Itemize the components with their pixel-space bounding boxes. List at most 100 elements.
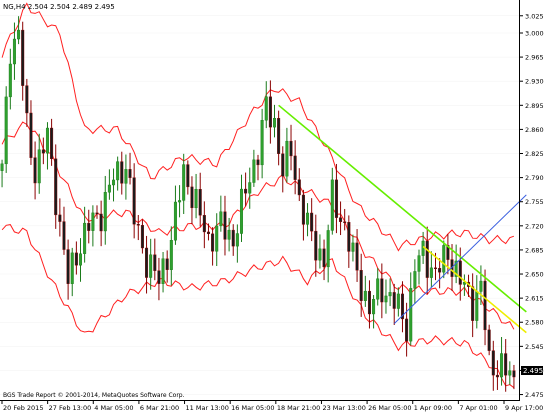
chart-header: NG,H4 2.504 2.504 2.489 2.495: [3, 3, 115, 11]
candle-body: [281, 153, 285, 177]
candle-body: [107, 184, 111, 193]
candle-body: [186, 164, 190, 188]
candle-body: [417, 255, 421, 272]
candle-body: [405, 318, 409, 342]
candle-body: [54, 158, 58, 216]
candle-body: [500, 353, 504, 378]
candle-body: [504, 353, 508, 376]
candle-body: [372, 299, 376, 315]
x-tick-label: 27 Feb 13:00: [49, 404, 92, 412]
candle-body: [202, 215, 206, 233]
y-tick-label: 2.580: [525, 319, 544, 327]
candle-body: [363, 290, 367, 301]
candle-body: [434, 267, 438, 270]
candle-body: [256, 159, 260, 166]
x-tick-label: 16 Mar 05:00: [231, 404, 274, 412]
candle-body: [0, 163, 4, 171]
y-tick-label: 2.650: [525, 271, 544, 279]
candle-body: [153, 254, 157, 271]
candle-body: [198, 189, 202, 216]
candle-body: [326, 230, 330, 268]
x-tick-label: 4 Mar 05:00: [94, 404, 133, 412]
candle-body: [244, 188, 248, 194]
candle-body: [351, 242, 355, 252]
candle-body: [91, 212, 95, 231]
candle-body: [355, 242, 359, 271]
candle-body: [425, 240, 429, 278]
candle-body: [29, 112, 33, 158]
candle-body: [475, 291, 479, 321]
y-tick-label: 2.545: [525, 343, 544, 351]
candle-body: [330, 179, 334, 231]
candle-body: [508, 370, 512, 376]
candle-body: [99, 213, 103, 232]
chart-window[interactable]: 3.025 3.000 2.965 2.930 2.895 2.860 2.825 2.790…: [0, 0, 550, 413]
candle-body: [112, 179, 116, 186]
x-tick-label: 1 Apr 09:00: [414, 404, 452, 412]
candle-body: [173, 201, 177, 241]
candle-body: [182, 164, 186, 201]
candle-body: [227, 229, 231, 240]
candle-body: [157, 270, 161, 284]
candle-body: [8, 63, 12, 98]
candle-body: [392, 292, 396, 309]
x-tick-label: 11 Mar 13:00: [186, 404, 229, 412]
candle-body: [136, 224, 140, 226]
candle-body: [384, 295, 388, 303]
y-tick-label: 2.685: [525, 246, 544, 254]
y-tick-label: 2.790: [525, 174, 544, 182]
candle-body: [429, 267, 433, 278]
candle-body: [339, 217, 343, 222]
candle-body: [231, 229, 235, 247]
price-chart[interactable]: 3.025 3.000 2.965 2.930 2.895 2.860 2.825 2.790…: [0, 0, 550, 413]
candle-body: [277, 118, 281, 154]
x-tick-label: 20 Feb 2015: [3, 404, 43, 412]
candle-body: [347, 222, 351, 252]
y-tick-label: 2.930: [525, 78, 544, 86]
x-tick-label: 23 Mar 13:00: [322, 404, 365, 412]
copyright-text: BGS Trade Report © 2001-2014, MetaQuotes…: [3, 392, 185, 399]
candle-body: [289, 140, 293, 157]
x-tick-label: 9 Apr 17:00: [505, 404, 543, 412]
y-tick-label: 2.475: [525, 391, 544, 399]
candle-body: [58, 214, 62, 222]
candle-body: [124, 169, 128, 184]
candle-body: [62, 221, 66, 250]
candle-body: [413, 271, 417, 289]
candle-body: [409, 288, 413, 342]
candle-body: [273, 118, 277, 128]
candle-body: [438, 268, 442, 273]
candle-body: [421, 240, 425, 256]
candle-body: [239, 188, 243, 234]
candle-body: [169, 240, 173, 270]
candle-body: [120, 161, 124, 184]
candle-body: [479, 280, 483, 292]
candle-body: [442, 245, 446, 273]
candle-body: [190, 186, 194, 209]
y-tick-label: 2.895: [525, 102, 544, 110]
candle-body: [314, 230, 318, 261]
candle-body: [140, 225, 144, 249]
candle-body: [66, 249, 70, 284]
candle-body: [512, 370, 516, 378]
y-tick-label: 3.000: [525, 29, 544, 37]
candle-body: [70, 252, 74, 284]
candle-body: [145, 247, 149, 278]
candle-body: [260, 120, 264, 166]
candle-body: [376, 278, 380, 300]
candle-body: [25, 85, 29, 114]
candle-body: [132, 177, 136, 225]
candle-body: [37, 149, 41, 184]
candle-body: [343, 221, 347, 223]
candle-body: [87, 222, 91, 231]
candle-body: [33, 157, 37, 184]
candle-body: [17, 29, 21, 40]
chart-background: [0, 0, 550, 413]
candle-body: [318, 248, 322, 261]
candle-body: [219, 211, 223, 227]
candle-body: [211, 233, 215, 252]
candle-body: [367, 290, 371, 315]
candle-body: [264, 96, 268, 121]
candle-body: [128, 169, 132, 178]
candle-body: [149, 254, 153, 278]
